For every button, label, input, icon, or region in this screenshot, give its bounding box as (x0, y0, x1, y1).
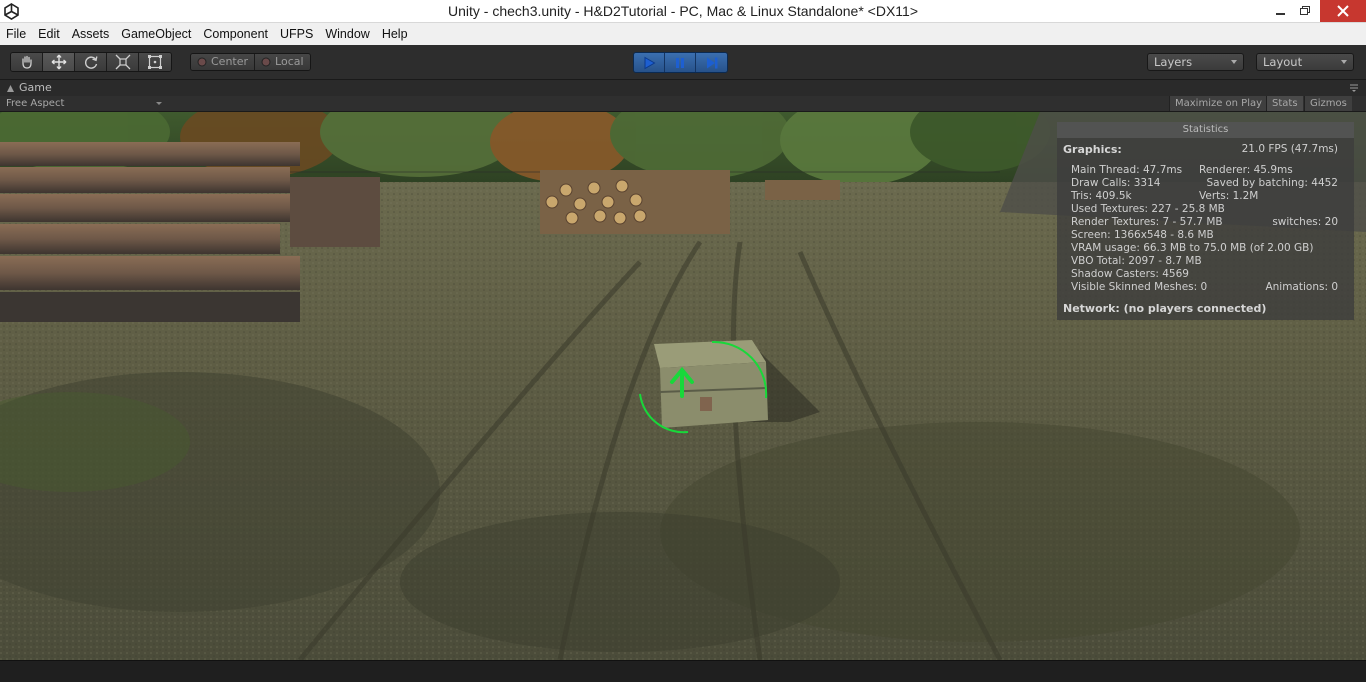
menu-ufps[interactable]: UFPS (274, 23, 319, 45)
minimize-icon (1276, 13, 1285, 15)
maximize-on-play-button[interactable]: Maximize on Play (1169, 96, 1268, 111)
main-thread-value: Main Thread: 47.7ms (1071, 164, 1183, 176)
graphics-label: Graphics: (1063, 143, 1122, 156)
pause-button[interactable] (665, 53, 696, 72)
chevron-down-icon (1341, 60, 1347, 64)
tris-row: Tris: 409.5k Verts: 1.2M (1063, 190, 1338, 203)
main-toolbar: Center Local Layers Layout (0, 45, 1366, 80)
rotate-tool-button[interactable] (75, 53, 107, 71)
menu-assets[interactable]: Assets (66, 23, 116, 45)
aspect-dropdown[interactable]: Free Aspect (6, 96, 164, 111)
menu-edit[interactable]: Edit (32, 23, 66, 45)
tab-menu-icon[interactable] (1348, 84, 1360, 92)
network-row: Network: (no players connected) (1063, 302, 1338, 315)
move-tool-button[interactable] (43, 53, 75, 71)
switches-value: switches: 20 (1272, 216, 1338, 228)
step-button[interactable] (696, 53, 727, 72)
game-view-icon (7, 84, 14, 92)
layout-dropdown[interactable]: Layout (1256, 53, 1354, 71)
used-textures-row: Used Textures: 227 - 25.8 MB (1063, 203, 1338, 216)
vram-usage-value: VRAM usage: 66.3 MB to 75.0 MB (of 2.00 … (1071, 242, 1314, 254)
game-tab-label: Game (19, 81, 52, 94)
menu-window[interactable]: Window (319, 23, 375, 45)
vram-row: VRAM usage: 66.3 MB to 75.0 MB (of 2.00 … (1063, 242, 1338, 255)
tris-value: Tris: 409.5k (1071, 190, 1132, 202)
renderer-value: Renderer: 45.9ms (1199, 164, 1293, 176)
pivot-center-label: Center (211, 55, 249, 68)
fps-value: 21.0 FPS (47.7ms) (1241, 143, 1338, 155)
skinned-meshes-row: Visible Skinned Meshes: 0 Animations: 0 (1063, 281, 1338, 294)
transform-tools (10, 52, 172, 72)
chevron-down-icon (156, 102, 162, 105)
game-view-toolbar: Free Aspect Maximize on Play Stats Gizmo… (0, 96, 1366, 112)
gizmos-button[interactable]: Gizmos (1304, 96, 1352, 111)
chevron-down-icon (1231, 60, 1237, 64)
thread-row: Main Thread: 47.7ms Renderer: 45.9ms (1063, 164, 1338, 177)
restore-icon (1299, 6, 1310, 15)
play-icon (644, 56, 656, 69)
center-pivot-icon (197, 57, 207, 67)
shadow-casters-value: Shadow Casters: 4569 (1071, 268, 1189, 280)
layout-label: Layout (1263, 55, 1303, 69)
network-value: Network: (no players connected) (1063, 302, 1267, 315)
scale-tool-button[interactable] (107, 53, 139, 71)
window-title: Unity - chech3.unity - H&D2Tutorial - PC… (448, 3, 918, 19)
status-bar (0, 660, 1366, 682)
pivot-toggle: Center Local (190, 53, 311, 71)
render-textures-row: Render Textures: 7 - 57.7 MB switches: 2… (1063, 216, 1338, 229)
saved-by-batching-value: Saved by batching: 4452 (1206, 177, 1338, 189)
graphics-row: Graphics: 21.0 FPS (47.7ms) (1063, 143, 1338, 156)
pivot-local-label: Local (275, 55, 304, 68)
visible-skinned-meshes-value: Visible Skinned Meshes: 0 (1071, 281, 1208, 293)
pivot-center-button[interactable]: Center (191, 54, 255, 70)
statistics-header: Statistics (1057, 122, 1354, 138)
shadow-casters-row: Shadow Casters: 4569 (1063, 268, 1338, 281)
draw-calls-value: Draw Calls: 3314 (1071, 177, 1161, 189)
aspect-label: Free Aspect (6, 98, 65, 109)
verts-value: Verts: 1.2M (1199, 190, 1259, 202)
pause-icon (676, 57, 684, 68)
rect-icon (148, 55, 162, 69)
move-icon (51, 54, 66, 70)
scale-icon (115, 54, 130, 70)
layers-label: Layers (1154, 55, 1193, 69)
menu-help[interactable]: Help (376, 23, 414, 45)
vbo-row: VBO Total: 2097 - 8.7 MB (1063, 255, 1338, 268)
screen-row: Screen: 1366x548 - 8.6 MB (1063, 229, 1338, 242)
vbo-total-value: VBO Total: 2097 - 8.7 MB (1071, 255, 1202, 267)
close-button[interactable] (1320, 0, 1366, 22)
menu-bar: File Edit Assets GameObject Component UF… (0, 23, 1366, 45)
render-textures-value: Render Textures: 7 - 57.7 MB (1071, 216, 1223, 228)
rotate-icon (84, 56, 97, 69)
maximize-button[interactable] (1290, 0, 1320, 22)
screen-value: Screen: 1366x548 - 8.6 MB (1071, 229, 1214, 241)
play-controls (633, 52, 728, 73)
play-button[interactable] (634, 53, 665, 72)
menu-component[interactable]: Component (197, 23, 274, 45)
rect-tool-button[interactable] (139, 53, 171, 71)
local-pivot-icon (261, 57, 271, 67)
stats-button[interactable]: Stats (1266, 96, 1303, 111)
hand-tool-button[interactable] (11, 53, 43, 71)
draw-calls-row: Draw Calls: 3314 Saved by batching: 4452 (1063, 177, 1338, 190)
log-pile-middle (540, 170, 730, 234)
pivot-local-button[interactable]: Local (254, 54, 310, 70)
animations-value: Animations: 0 (1265, 281, 1338, 293)
used-textures-value: Used Textures: 227 - 25.8 MB (1071, 203, 1225, 215)
game-tab[interactable]: Game (6, 80, 52, 96)
close-icon (1337, 5, 1349, 17)
layers-dropdown[interactable]: Layers (1147, 53, 1244, 71)
menu-gameobject[interactable]: GameObject (115, 23, 197, 45)
title-bar: Unity - chech3.unity - H&D2Tutorial - PC… (0, 0, 1366, 23)
step-icon (706, 57, 717, 68)
game-tab-bar: Game (0, 80, 1366, 96)
hand-icon (21, 55, 32, 69)
statistics-panel: Statistics Graphics: 21.0 FPS (47.7ms) M… (1057, 122, 1354, 320)
menu-file[interactable]: File (0, 23, 32, 45)
